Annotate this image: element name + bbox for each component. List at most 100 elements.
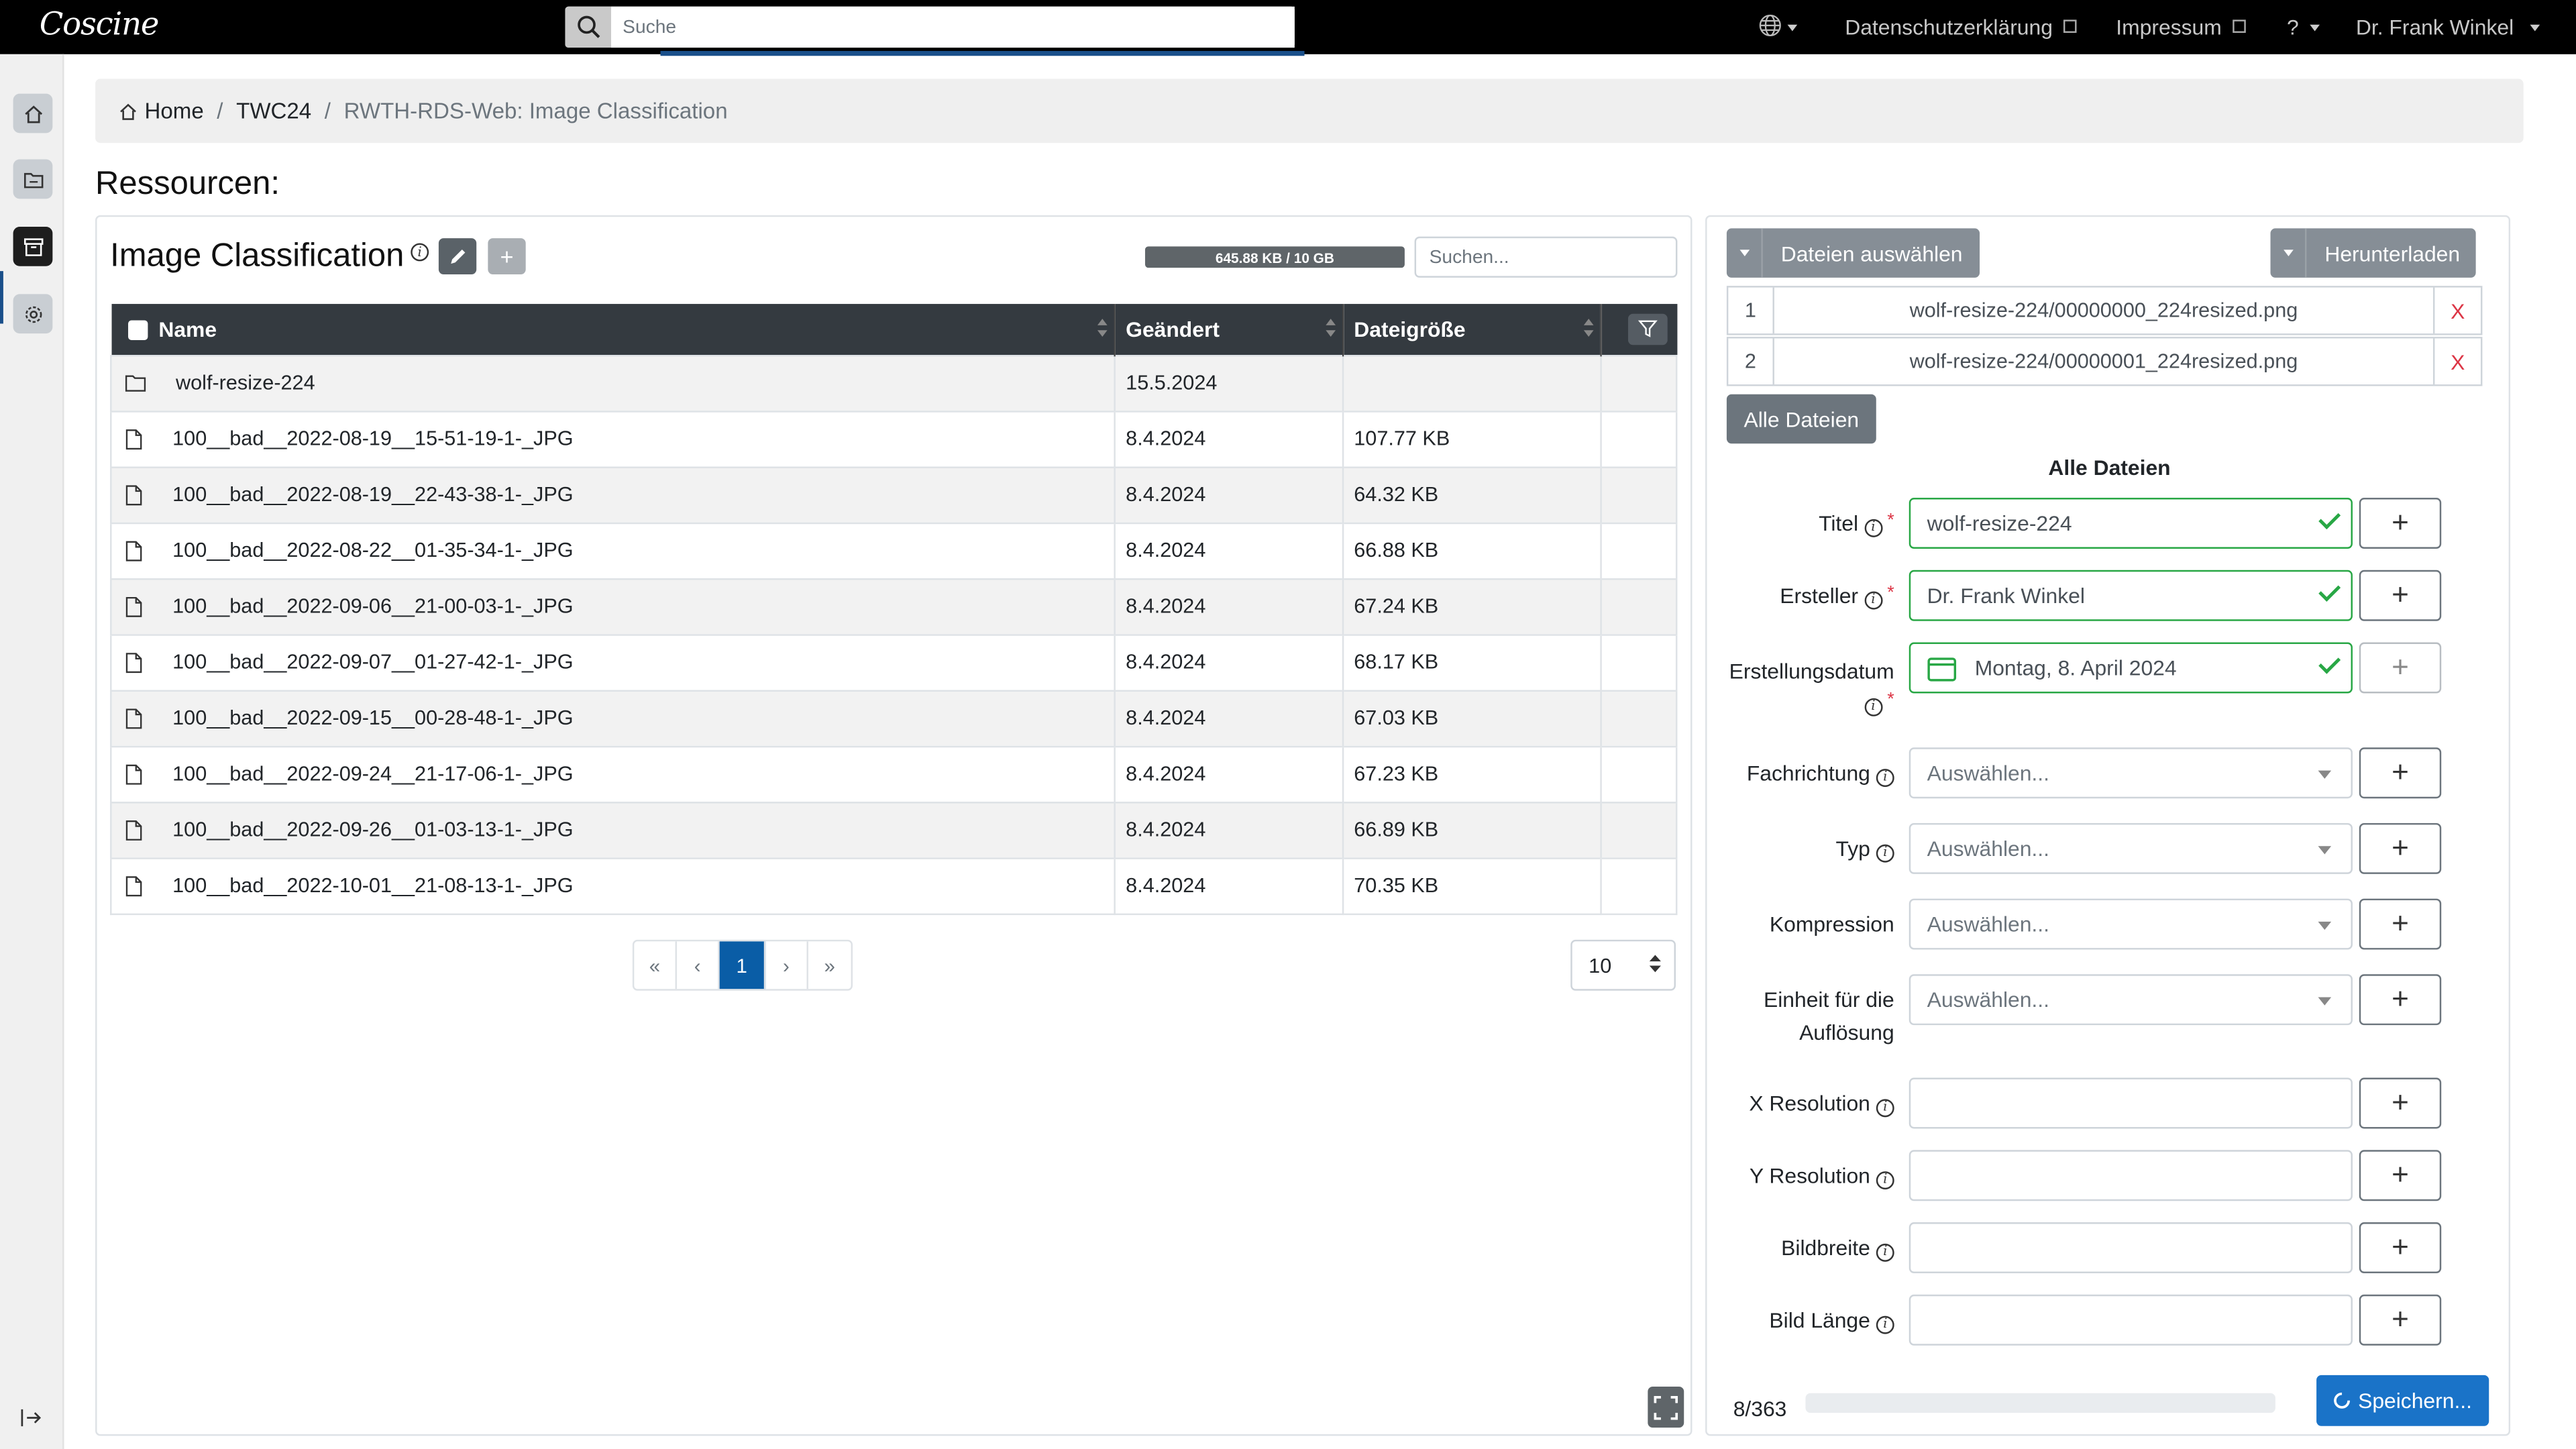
compression-select[interactable]: Auswählen... — [1909, 898, 2353, 950]
privacy-link[interactable]: Datenschutzerklärung — [1845, 0, 2078, 54]
column-header-size[interactable]: Dateigröße — [1343, 304, 1602, 355]
info-icon[interactable]: i — [1876, 843, 1894, 862]
info-icon[interactable]: i — [1864, 518, 1882, 537]
search-icon[interactable] — [565, 6, 612, 48]
add-field-button[interactable]: + — [2359, 747, 2442, 799]
language-menu[interactable] — [1758, 0, 1798, 54]
prev-page-button[interactable]: ‹ — [677, 941, 720, 989]
user-menu[interactable]: Dr. Frank Winkel — [2356, 0, 2540, 54]
per-page-select[interactable]: 10 — [1570, 939, 1676, 991]
file-search-input[interactable] — [1414, 236, 1678, 278]
save-button[interactable]: Speichern... — [2316, 1375, 2489, 1426]
remove-file-button[interactable]: X — [2434, 288, 2481, 334]
file-name-cell[interactable]: wolf-resize-224 — [110, 354, 1116, 411]
file-name-cell[interactable]: 100__bad__2022-09-26__01-03-13-1-_JPG — [110, 800, 1116, 858]
info-icon[interactable]: i — [1864, 590, 1882, 609]
x-resolution-input[interactable] — [1909, 1077, 2353, 1129]
title-input[interactable]: wolf-resize-224 — [1909, 498, 2353, 549]
file-name-cell[interactable]: 100__bad__2022-08-19__15-51-19-1-_JPG — [110, 410, 1116, 467]
remove-file-button[interactable]: X — [2434, 338, 2481, 384]
table-row[interactable]: 100__bad__2022-09-24__21-17-06-1-_JPG 8.4… — [110, 745, 1678, 802]
fullscreen-button[interactable] — [1648, 1386, 1684, 1428]
file-name-cell[interactable]: 100__bad__2022-08-22__01-35-34-1-_JPG — [110, 521, 1116, 579]
creator-input[interactable]: Dr. Frank Winkel — [1909, 570, 2353, 621]
y-resolution-input[interactable] — [1909, 1150, 2353, 1201]
sort-icon — [1326, 319, 1336, 340]
column-header-changed[interactable]: Geändert — [1115, 304, 1344, 355]
breadcrumb-home[interactable]: Home — [145, 99, 204, 123]
all-files-button[interactable]: Alle Dateien — [1726, 394, 1876, 444]
file-name-cell[interactable]: 100__bad__2022-10-01__21-08-13-1-_JPG — [110, 857, 1116, 914]
table-row[interactable]: 100__bad__2022-09-06__21-00-03-1-_JPG 8.4… — [110, 577, 1678, 635]
search-input[interactable] — [611, 6, 1295, 48]
filter-icon[interactable] — [1627, 313, 1668, 345]
first-page-button[interactable]: « — [634, 941, 677, 989]
add-compression-button[interactable]: + — [2359, 898, 2442, 950]
add-y-resolution-button[interactable]: + — [2359, 1150, 2442, 1201]
resolution-unit-select[interactable]: Auswählen... — [1909, 974, 2353, 1026]
last-page-button[interactable]: » — [808, 941, 851, 989]
add-date-button[interactable]: + — [2359, 642, 2442, 694]
table-row[interactable]: 100__bad__2022-09-26__01-03-13-1-_JPG 8.4… — [110, 800, 1678, 858]
info-icon[interactable]: i — [1876, 1098, 1894, 1117]
table-row[interactable]: 100__bad__2022-08-19__15-51-19-1-_JPG 8.4… — [110, 410, 1678, 467]
add-file-button[interactable]: + — [488, 238, 526, 274]
imprint-link[interactable]: Impressum — [2116, 0, 2247, 54]
page-button-current[interactable]: 1 — [719, 941, 766, 989]
spinner-icon — [2333, 1391, 2351, 1409]
sidebar-item-resource[interactable] — [13, 226, 53, 266]
file-changed-cell: 8.4.2024 — [1115, 857, 1344, 914]
image-width-input[interactable] — [1909, 1222, 2353, 1273]
creation-date-input[interactable]: Montag, 8. April 2024 — [1909, 642, 2353, 694]
edit-resource-button[interactable] — [438, 238, 477, 274]
help-menu[interactable]: ? — [2287, 0, 2320, 54]
add-creator-button[interactable]: + — [2359, 570, 2442, 621]
add-resolution-unit-button[interactable]: + — [2359, 974, 2442, 1026]
info-icon[interactable]: i — [1876, 767, 1894, 786]
chevron-down-icon — [2318, 770, 2332, 779]
breadcrumb-project[interactable]: TWC24 — [236, 99, 311, 123]
home-icon — [24, 105, 42, 123]
info-icon[interactable]: i — [1864, 697, 1882, 716]
field-select[interactable]: Auswählen... — [1909, 747, 2353, 799]
info-icon[interactable]: i — [1876, 1315, 1894, 1334]
info-icon[interactable]: i — [1876, 1170, 1894, 1189]
file-size-cell: 67.23 KB — [1343, 745, 1602, 802]
column-header-name[interactable]: Name — [111, 304, 1116, 355]
table-row[interactable]: 100__bad__2022-09-15__00-28-48-1-_JPG 8.4… — [110, 689, 1678, 746]
chevron-down-icon[interactable] — [1727, 228, 1763, 278]
add-title-button[interactable]: + — [2359, 498, 2442, 549]
info-icon[interactable]: i — [1876, 1242, 1894, 1261]
image-length-input[interactable] — [1909, 1294, 2353, 1346]
table-row[interactable]: wolf-resize-224 15.5.2024 — [110, 354, 1678, 411]
check-icon — [2318, 507, 2341, 530]
add-image-length-button[interactable]: + — [2359, 1294, 2442, 1346]
add-type-button[interactable]: + — [2359, 822, 2442, 874]
info-icon[interactable]: i — [411, 243, 429, 262]
table-row[interactable]: 100__bad__2022-09-07__01-27-42-1-_JPG 8.4… — [110, 633, 1678, 690]
add-image-width-button[interactable]: + — [2359, 1222, 2442, 1273]
sidebar-item-project[interactable] — [13, 159, 53, 199]
next-page-button[interactable]: › — [765, 941, 808, 989]
file-name-cell[interactable]: 100__bad__2022-09-06__21-00-03-1-_JPG — [110, 577, 1116, 635]
expand-icon — [1654, 1395, 1678, 1419]
file-name-cell[interactable]: 100__bad__2022-09-07__01-27-42-1-_JPG — [110, 633, 1116, 690]
download-button[interactable]: Herunterladen — [2270, 228, 2477, 278]
file-name-cell[interactable]: 100__bad__2022-09-15__00-28-48-1-_JPG — [110, 689, 1116, 746]
collapse-sidebar-icon[interactable] — [19, 1406, 42, 1436]
type-select[interactable]: Auswählen... — [1909, 822, 2353, 874]
add-x-resolution-button[interactable]: + — [2359, 1077, 2442, 1129]
file-changed-cell: 8.4.2024 — [1115, 577, 1344, 635]
table-row[interactable]: 100__bad__2022-08-19__22-43-38-1-_JPG 8.4… — [110, 466, 1678, 523]
sidebar-item-home[interactable] — [13, 93, 53, 133]
select-files-button[interactable]: Dateien auswählen — [1726, 228, 1980, 278]
app-logo[interactable]: Coscine — [40, 7, 160, 43]
table-row[interactable]: 100__bad__2022-08-22__01-35-34-1-_JPG 8.4… — [110, 521, 1678, 579]
select-all-checkbox[interactable] — [127, 321, 148, 341]
table-row[interactable]: 100__bad__2022-10-01__21-08-13-1-_JPG 8.4… — [110, 857, 1678, 914]
sidebar-item-settings[interactable] — [13, 294, 53, 334]
calendar-icon[interactable] — [1927, 655, 1957, 681]
file-name-cell[interactable]: 100__bad__2022-09-24__21-17-06-1-_JPG — [110, 745, 1116, 802]
file-name-cell[interactable]: 100__bad__2022-08-19__22-43-38-1-_JPG — [110, 466, 1116, 523]
chevron-down-icon[interactable] — [2271, 228, 2307, 278]
